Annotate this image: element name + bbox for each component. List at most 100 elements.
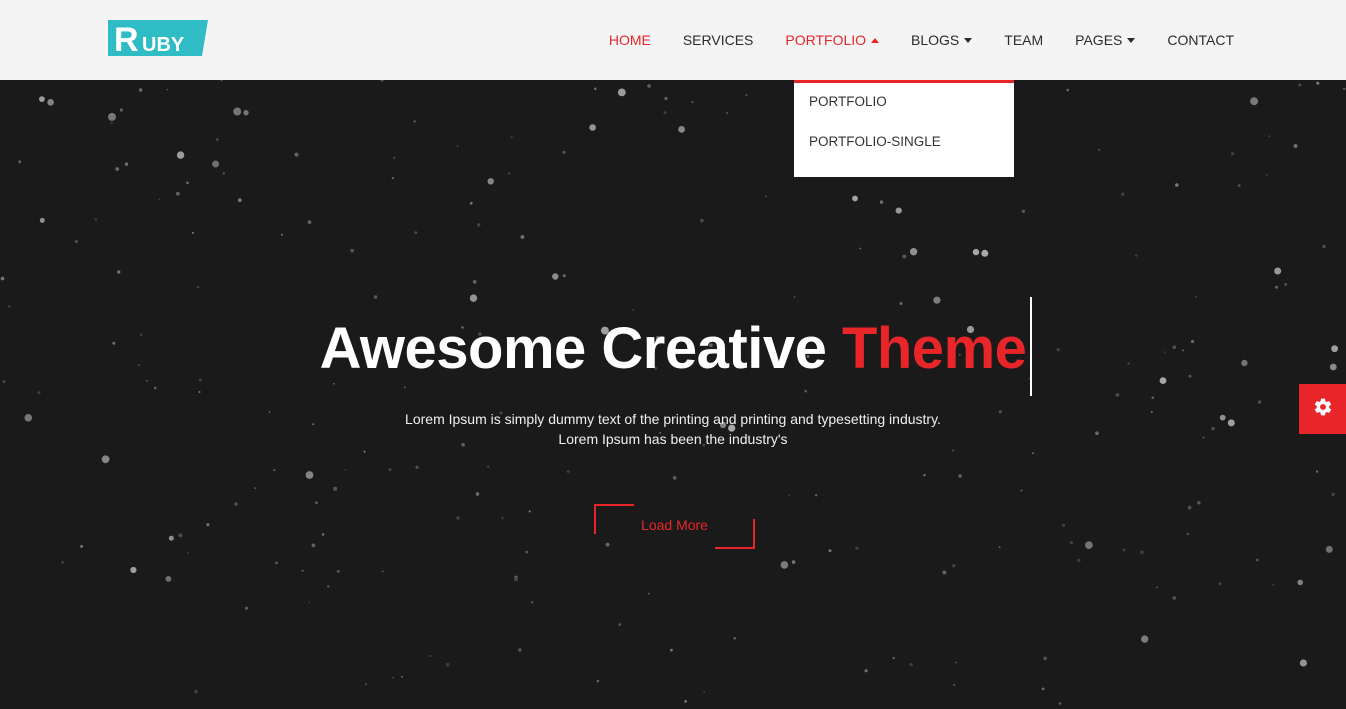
star-particle xyxy=(206,523,210,527)
star-particle xyxy=(456,516,460,520)
star-particle xyxy=(672,476,677,480)
star-particle xyxy=(1299,659,1307,667)
star-particle xyxy=(1115,393,1120,397)
star-particle xyxy=(414,231,418,235)
star-particle xyxy=(415,465,419,469)
star-particle xyxy=(117,270,121,274)
star-particle xyxy=(108,112,116,121)
star-particle xyxy=(726,112,729,115)
dropdown-item-portfolio-single[interactable]: PORTFOLIO-SINGLE xyxy=(794,130,1014,170)
nav-team[interactable]: TEAM xyxy=(1004,32,1043,48)
star-particle xyxy=(314,501,318,505)
star-particle xyxy=(391,176,395,180)
star-particle xyxy=(37,391,41,395)
star-particle xyxy=(1121,192,1125,196)
star-particle xyxy=(187,552,189,554)
star-particle xyxy=(469,201,473,205)
star-particle xyxy=(469,294,478,302)
star-particle xyxy=(388,468,392,471)
star-particle xyxy=(954,661,957,664)
star-particle xyxy=(138,88,143,92)
star-particle xyxy=(1058,702,1062,705)
nav-portfolio[interactable]: PORTFOLIO xyxy=(785,32,880,48)
star-particle xyxy=(525,550,529,554)
star-particle xyxy=(275,561,278,565)
star-particle xyxy=(647,84,651,88)
star-particle xyxy=(909,248,918,256)
star-particle xyxy=(828,549,832,553)
star-particle xyxy=(1041,687,1045,691)
star-particle xyxy=(804,389,807,393)
nav-services[interactable]: SERVICES xyxy=(683,32,754,48)
star-particle xyxy=(972,248,980,256)
star-particle xyxy=(514,577,518,582)
nav-home[interactable]: HOME xyxy=(609,32,651,48)
star-particle xyxy=(233,107,242,116)
star-particle xyxy=(475,492,480,496)
star-particle xyxy=(363,450,366,453)
star-particle xyxy=(1156,586,1158,589)
star-particle xyxy=(1250,97,1259,106)
star-particle xyxy=(254,487,256,489)
star-particle xyxy=(294,152,299,157)
star-particle xyxy=(429,654,432,658)
star-particle xyxy=(952,564,956,568)
star-particle xyxy=(663,111,667,115)
star-particle xyxy=(899,302,903,305)
star-particle xyxy=(119,108,123,112)
star-particle xyxy=(1085,541,1093,549)
star-particle xyxy=(234,502,238,506)
star-particle xyxy=(1187,505,1192,510)
star-particle xyxy=(1343,87,1346,90)
star-particle xyxy=(244,606,249,610)
star-particle xyxy=(196,285,200,289)
hero-title-main: Awesome Creative xyxy=(319,316,842,381)
star-particle xyxy=(852,195,858,202)
nav-blogs[interactable]: BLOGS xyxy=(911,32,973,48)
star-particle xyxy=(1322,244,1326,249)
star-particle xyxy=(879,200,884,204)
star-particle xyxy=(1172,596,1177,600)
nav-contact[interactable]: CONTACT xyxy=(1167,32,1234,48)
star-particle xyxy=(333,486,338,491)
caret-down-icon xyxy=(1127,37,1136,43)
star-particle xyxy=(336,569,340,573)
nav-pages[interactable]: PAGES xyxy=(1075,32,1136,48)
ruby-logo[interactable]: R UBY xyxy=(108,20,208,56)
star-particle xyxy=(528,510,531,513)
hero-description: Lorem Ipsum is simply dummy text of the … xyxy=(0,409,1346,449)
star-particle xyxy=(393,156,396,159)
nav-blogs-label: BLOGS xyxy=(911,32,960,48)
star-particle xyxy=(691,101,694,104)
load-more-button[interactable]: Load More xyxy=(594,504,755,549)
star-particle xyxy=(589,124,596,131)
star-particle xyxy=(101,455,110,464)
star-particle xyxy=(1272,584,1275,586)
star-particle xyxy=(951,449,955,452)
star-particle xyxy=(18,160,22,164)
star-particle xyxy=(364,683,367,686)
star-particle xyxy=(403,386,406,389)
star-particle xyxy=(670,648,673,652)
star-particle xyxy=(520,235,525,239)
nav-portfolio-label: PORTFOLIO xyxy=(785,32,867,48)
star-particle xyxy=(909,662,913,667)
dropdown-item-portfolio[interactable]: PORTFOLIO xyxy=(794,90,1014,130)
star-particle xyxy=(280,233,284,236)
star-particle xyxy=(39,96,45,102)
nav-team-label: TEAM xyxy=(1004,32,1044,48)
starfield-background xyxy=(0,80,1346,705)
star-particle xyxy=(1255,558,1259,562)
star-particle xyxy=(61,561,64,564)
star-particle xyxy=(788,494,791,497)
star-particle xyxy=(166,88,169,91)
star-particle xyxy=(552,273,559,280)
star-particle xyxy=(243,110,249,116)
star-particle xyxy=(350,248,354,253)
star-particle xyxy=(456,144,459,147)
settings-button[interactable] xyxy=(1299,384,1346,434)
star-particle xyxy=(855,546,859,550)
star-particle xyxy=(942,570,947,575)
star-particle xyxy=(594,87,597,91)
star-particle xyxy=(212,160,220,168)
